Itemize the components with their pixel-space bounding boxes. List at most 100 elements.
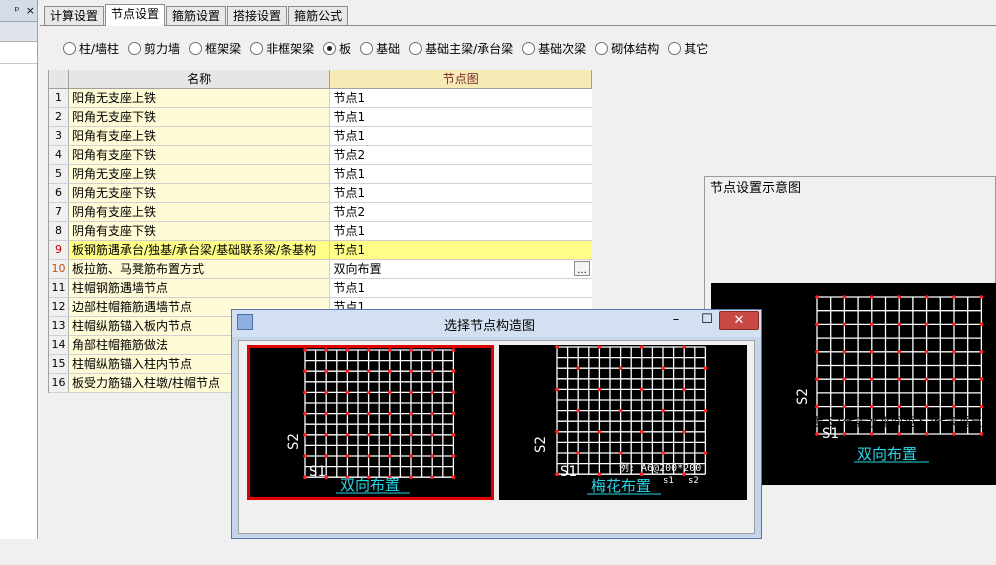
table-row[interactable]: 8 阴角有支座下铁 节点1 [49,222,592,241]
row-value[interactable]: 双向布置... [330,260,592,278]
row-value[interactable]: 节点1 [330,184,592,202]
left-pane-toolbar [0,22,37,42]
row-value[interactable]: 节点1 [330,241,592,259]
pin-icon[interactable]: ᵖ [15,0,20,22]
node-dot [345,433,350,437]
node-dot [451,454,456,458]
radio-dot[interactable] [63,42,76,55]
option1-caption: 双向布置 [340,476,400,494]
row-name: 柱帽钢筋遇墙节点 [68,279,331,297]
dialog-titlebar[interactable]: 选择节点构造图 – ☐ ✕ [232,310,761,337]
row-value[interactable]: 节点1 [330,127,592,145]
node-dot [345,454,350,458]
node-dot [842,322,847,327]
node-dot [388,348,392,352]
radio-shear-wall[interactable]: 剪力墙 [128,40,180,57]
radio-dot[interactable] [189,42,203,55]
node-dot [640,430,644,434]
table-row[interactable]: 9 板钢筋遇承台/独基/承台梁/基础联系梁/条基构 节点1 [49,241,592,260]
tab-lap-settings[interactable]: 搭接设置 [227,6,288,26]
row-value[interactable]: 节点1 [330,89,592,107]
node-dot [897,377,901,381]
radio-dot[interactable] [250,42,264,55]
radio-masonry[interactable]: 砌体结构 [595,40,659,57]
radio-frame-beam[interactable]: 框架梁 [189,40,241,57]
radio-dot[interactable] [668,42,682,55]
table-row[interactable]: 11 柱帽钢筋遇墙节点 节点1 [49,279,592,298]
row-value[interactable]: 节点1 [330,165,592,183]
row-number: 11 [49,279,69,297]
row-number: 10 [49,260,69,278]
node-dot [979,322,984,327]
radio-dot[interactable] [360,42,374,55]
table-row[interactable]: 4 阳角有支座下铁 节点2 [49,146,592,165]
table-row[interactable]: 2 阳角无支座下铁 节点1 [49,108,592,127]
maximize-icon[interactable]: ☐ [693,311,721,330]
tab-stirrup-formula[interactable]: 箍筋公式 [288,6,349,26]
row-number: 12 [49,298,69,316]
radio-non-frame-beam[interactable]: 非框架梁 [250,40,314,57]
radio-slab[interactable]: 板 [323,40,351,57]
row-number: 2 [49,108,69,126]
header-name[interactable]: 名称 [69,70,331,88]
node-dot [870,350,874,354]
row-number: 5 [49,165,69,183]
radio-foundation[interactable]: 基础 [360,40,400,57]
row-name: 阴角无支座上铁 [68,165,331,183]
row-value[interactable]: 节点1 [330,222,592,240]
row-number: 16 [49,374,69,392]
preview-title: 节点设置示意图 [705,177,995,201]
radio-other[interactable]: 其它 [668,40,708,57]
node-dot [870,377,874,381]
node-dot [815,350,819,354]
table-row[interactable]: 7 阴角有支座上铁 节点2 [49,203,592,222]
row-value[interactable]: 节点2 [330,203,592,221]
node-dot [430,348,434,352]
node-dot [388,454,392,458]
node-dot [409,369,413,373]
node-dot [842,404,847,409]
node-dot [924,295,929,299]
radio-dot[interactable] [522,42,536,55]
row-value[interactable]: 节点1 [330,108,592,126]
node-dot [682,345,686,349]
row-name: 阴角有支座下铁 [68,222,331,240]
radio-dot[interactable] [409,42,423,55]
radio-dot[interactable] [128,42,142,55]
radio-foundation-main-beam[interactable]: 基础主梁/承台梁 [409,40,513,57]
close-icon[interactable]: × [26,0,35,22]
minimize-icon[interactable]: – [662,311,690,330]
node-dot [388,411,392,416]
ellipsis-button[interactable]: ... [574,261,590,276]
table-row[interactable]: 3 阳角有支座上铁 节点1 [49,127,592,146]
node-dot [597,430,602,434]
tab-stirrup-settings[interactable]: 箍筋设置 [166,6,227,26]
quincunx-diagram: S2 S1 例: A6@200*200 s1 s2 梅花布置 [533,345,708,495]
node-dot [303,348,307,352]
node-dot [555,472,559,476]
node-dot [703,366,708,370]
radio-foundation-secondary-beam[interactable]: 基础次梁 [522,40,586,57]
left-pane-row[interactable] [0,42,37,64]
table-row[interactable]: 5 阴角无支座上铁 节点1 [49,165,592,184]
row-value[interactable]: 节点1 [330,279,592,297]
node-dot [979,432,984,436]
radio-column[interactable]: 柱/墙柱 [63,40,119,57]
node-dot [303,475,307,479]
app-icon [237,314,253,330]
row-value[interactable]: 节点2 [330,146,592,164]
node-dot [842,350,847,354]
table-row[interactable]: 1 阳角无支座上铁 节点1 [49,89,592,108]
table-row[interactable]: 10 板拉筋、马凳筋布置方式 双向布置... [49,260,592,279]
close-button[interactable]: ✕ [719,311,759,330]
radio-dot[interactable] [595,42,609,55]
node-dot [324,411,328,416]
tab-node-settings[interactable]: 节点设置 [105,4,166,26]
table-row[interactable]: 6 阴角无支座下铁 节点1 [49,184,592,203]
option-quincunx[interactable]: S2 S1 例: A6@200*200 s1 s2 梅花布置 [499,345,747,500]
node-dot [924,350,929,354]
tab-calc-settings[interactable]: 计算设置 [44,6,105,26]
header-diagram[interactable]: 节点图 [330,70,592,88]
option-bidirectional[interactable]: S2 S1 双向布置 [247,345,494,500]
radio-dot-checked[interactable] [323,42,337,55]
